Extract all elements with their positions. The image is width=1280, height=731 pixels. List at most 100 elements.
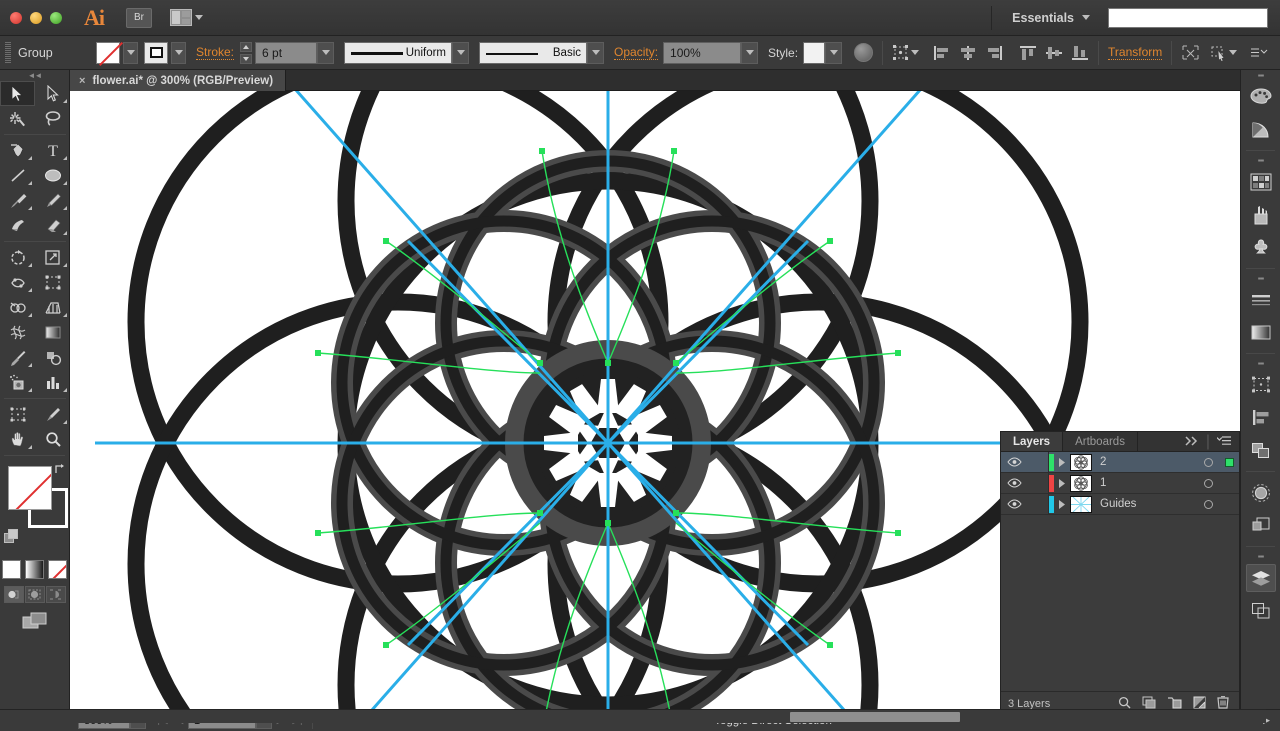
bridge-button[interactable]: Br: [126, 7, 152, 28]
align-top-icon[interactable]: [1019, 45, 1037, 61]
rotate-tool[interactable]: [0, 245, 35, 270]
graphic-style-dropdown[interactable]: [825, 41, 843, 64]
brush-definition-dropdown[interactable]: [587, 41, 605, 64]
align-right-icon[interactable]: [985, 45, 1003, 61]
stroke-panel-icon[interactable]: [1241, 283, 1280, 316]
artboards-panel-icon[interactable]: [1241, 594, 1280, 627]
type-tool[interactable]: T: [35, 138, 70, 163]
dock-group-grip-2[interactable]: ▪▪▪: [1241, 273, 1280, 283]
stroke-swatch[interactable]: [144, 41, 168, 64]
select-similar-icon[interactable]: [1210, 44, 1229, 62]
dock-grip[interactable]: ▪▪▪: [1241, 70, 1280, 80]
fill-color-swatch[interactable]: [8, 466, 52, 510]
layer-lock-toggle[interactable]: [1027, 451, 1049, 473]
stroke-weight-field[interactable]: 6 pt: [255, 41, 318, 64]
direct-selection-tool[interactable]: [35, 81, 70, 106]
dock-group-grip[interactable]: ▪▪▪: [1241, 155, 1280, 165]
pen-tool[interactable]: [0, 138, 35, 163]
graphic-styles-panel-icon[interactable]: [1241, 509, 1280, 542]
layer-visibility-toggle[interactable]: [1001, 499, 1027, 509]
panel-menu-icon[interactable]: [1216, 433, 1232, 451]
opacity-dropdown[interactable]: [741, 41, 759, 64]
align-horizontal-center-icon[interactable]: [959, 45, 977, 61]
layer-target-circle[interactable]: [1197, 457, 1219, 467]
canvas-horizontal-scrollbar[interactable]: [70, 709, 1266, 723]
panel-menu-icon[interactable]: [1249, 44, 1268, 61]
transform-panel-icon[interactable]: [1241, 368, 1280, 401]
blend-tool[interactable]: [35, 345, 70, 370]
layer-target-circle[interactable]: [1197, 478, 1219, 488]
hand-tool[interactable]: [0, 427, 35, 452]
column-graph-tool[interactable]: [35, 370, 70, 395]
layer-row-guides[interactable]: Guides: [1001, 493, 1239, 515]
shape-builder-tool[interactable]: [0, 295, 35, 320]
layer-lock-toggle[interactable]: [1027, 493, 1049, 515]
align-to-selection-icon[interactable]: [892, 44, 911, 61]
transform-label[interactable]: Transform: [1108, 45, 1163, 60]
color-guide-panel-icon[interactable]: [1241, 113, 1280, 146]
pathfinder-panel-icon[interactable]: [1241, 434, 1280, 467]
close-window-button[interactable]: [10, 11, 22, 24]
selection-tool[interactable]: [0, 81, 35, 106]
close-icon[interactable]: ×: [79, 75, 85, 87]
dock-group-grip-3[interactable]: ▪▪▪: [1241, 358, 1280, 368]
eyedropper-tool[interactable]: [0, 345, 35, 370]
gradient-mode-icon[interactable]: [25, 560, 44, 579]
color-panel-icon[interactable]: [1241, 80, 1280, 113]
blob-brush-tool[interactable]: [0, 213, 35, 238]
eraser-tool[interactable]: [35, 213, 70, 238]
chevron-down-icon[interactable]: [1229, 50, 1238, 55]
fill-swatch[interactable]: [96, 41, 120, 64]
align-vertical-center-icon[interactable]: [1045, 45, 1063, 61]
symbols-panel-icon[interactable]: [1241, 231, 1280, 264]
layer-name[interactable]: 2: [1100, 456, 1197, 468]
layer-row-1[interactable]: 1: [1001, 472, 1239, 494]
symbol-sprayer-tool[interactable]: [0, 370, 35, 395]
layer-lock-toggle[interactable]: [1027, 472, 1049, 494]
stroke-profile-dropdown[interactable]: [452, 41, 470, 64]
opacity-field[interactable]: 100%: [663, 41, 742, 64]
width-tool[interactable]: [0, 270, 35, 295]
opacity-label[interactable]: Opacity:: [614, 45, 659, 60]
collapse-panel-icon[interactable]: [1185, 433, 1199, 451]
ellipse-tool[interactable]: [35, 163, 70, 188]
document-tab[interactable]: × flower.ai* @ 300% (RGB/Preview): [70, 70, 287, 91]
stroke-weight-dropdown[interactable]: [317, 41, 335, 64]
align-bottom-icon[interactable]: [1071, 45, 1089, 61]
horizontal-scroll-thumb[interactable]: [790, 712, 960, 722]
dock-group-grip-4[interactable]: ▪▪▪: [1241, 551, 1280, 561]
default-fill-stroke-icon[interactable]: [4, 529, 19, 544]
zoom-window-button[interactable]: [50, 11, 62, 24]
perspective-grid-tool[interactable]: [35, 295, 70, 320]
layer-name[interactable]: Guides: [1100, 498, 1197, 510]
layer-visibility-toggle[interactable]: [1001, 478, 1027, 488]
control-bar-grip[interactable]: [5, 41, 11, 64]
layer-selection-indicator[interactable]: [1219, 457, 1239, 467]
change-screen-mode-button[interactable]: [0, 612, 69, 632]
scale-tool[interactable]: [35, 245, 70, 270]
stroke-label[interactable]: Stroke:: [196, 45, 235, 60]
lasso-tool[interactable]: [35, 106, 70, 131]
tab-artboards[interactable]: Artboards: [1063, 432, 1138, 451]
graphic-style-swatch[interactable]: [803, 41, 826, 64]
opacity-mask-icon[interactable]: [854, 43, 874, 62]
fill-dropdown[interactable]: [123, 41, 138, 64]
expand-layer-icon[interactable]: [1054, 478, 1070, 488]
none-mode-icon[interactable]: [48, 560, 67, 579]
swap-fill-stroke-icon[interactable]: [53, 462, 67, 474]
tab-layers[interactable]: Layers: [1001, 432, 1064, 451]
stroke-profile-field[interactable]: Uniform: [344, 41, 453, 64]
layer-target-circle[interactable]: [1197, 499, 1219, 509]
swatches-panel-icon[interactable]: [1241, 165, 1280, 198]
brushes-panel-icon[interactable]: [1241, 198, 1280, 231]
align-left-icon[interactable]: [933, 45, 951, 61]
align-panel-icon[interactable]: [1241, 401, 1280, 434]
layer-name[interactable]: 1: [1100, 477, 1197, 489]
line-segment-tool[interactable]: [0, 163, 35, 188]
pencil-tool[interactable]: [35, 188, 70, 213]
gradient-panel-icon[interactable]: [1241, 316, 1280, 349]
arrange-documents-button[interactable]: [170, 9, 203, 26]
color-mode-icon[interactable]: [2, 560, 21, 579]
layers-panel-icon[interactable]: [1241, 561, 1280, 594]
layer-row-2[interactable]: 2: [1001, 451, 1239, 473]
